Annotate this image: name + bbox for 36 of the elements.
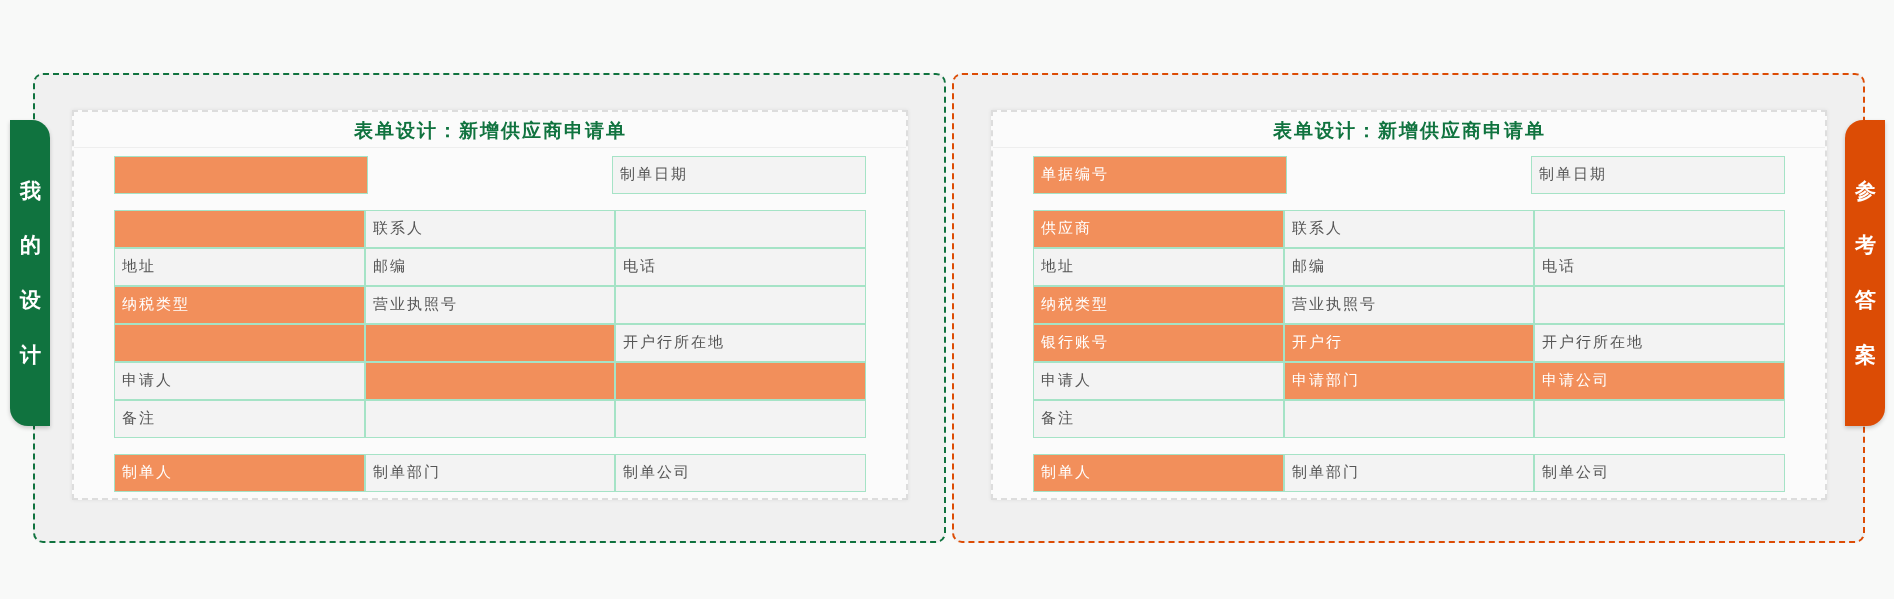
form-cell: 制单部门 xyxy=(1283,453,1535,492)
form-cell: 营业执照号 xyxy=(364,285,616,324)
form-cell: 制单日期 xyxy=(1531,155,1785,194)
form-cell: 开户行所在地 xyxy=(615,323,866,362)
form-cell: 联系人 xyxy=(1283,209,1535,248)
form-cell: 营业执照号 xyxy=(1283,285,1535,324)
form-cell: 制单部门 xyxy=(364,453,616,492)
form-cell: 申请部门 xyxy=(1283,361,1535,400)
form-cell: 单据编号 xyxy=(1033,155,1287,194)
form-cell: 电话 xyxy=(1534,247,1785,286)
form-title: 表单设计：新增供应商申请单 xyxy=(74,112,906,148)
form-cell: 制单日期 xyxy=(612,155,866,194)
form-cell: 邮编 xyxy=(1283,247,1535,286)
form-cell: 开户行 xyxy=(1283,323,1535,362)
form-cell: 电话 xyxy=(615,247,866,286)
form-cell: 邮编 xyxy=(364,247,616,286)
form-cell: 地址 xyxy=(1033,247,1284,286)
form-cell: 申请人 xyxy=(114,361,365,400)
form-cell: 制单人 xyxy=(1033,453,1284,492)
form-cell: 纳税类型 xyxy=(1033,285,1284,324)
form-cell: 备注 xyxy=(1033,399,1284,438)
form-cell: 开户行所在地 xyxy=(1534,323,1785,362)
form-cell: 地址 xyxy=(114,247,365,286)
form-cell: 申请公司 xyxy=(1534,361,1785,400)
form-cell: 纳税类型 xyxy=(114,285,365,324)
form-cell: 备注 xyxy=(114,399,365,438)
form-cell: 制单公司 xyxy=(1534,453,1785,492)
form-cell: 申请人 xyxy=(1033,361,1284,400)
tab-label: 参考答案 xyxy=(1854,177,1876,369)
tab-label: 我的设计 xyxy=(19,177,41,369)
form-cell: 银行账号 xyxy=(1033,323,1284,362)
form-cell: 制单公司 xyxy=(615,453,866,492)
form-cell: 联系人 xyxy=(364,209,616,248)
form-cell: 供应商 xyxy=(1033,209,1284,248)
form-cell: 制单人 xyxy=(114,453,365,492)
form-title: 表单设计：新增供应商申请单 xyxy=(993,112,1825,148)
